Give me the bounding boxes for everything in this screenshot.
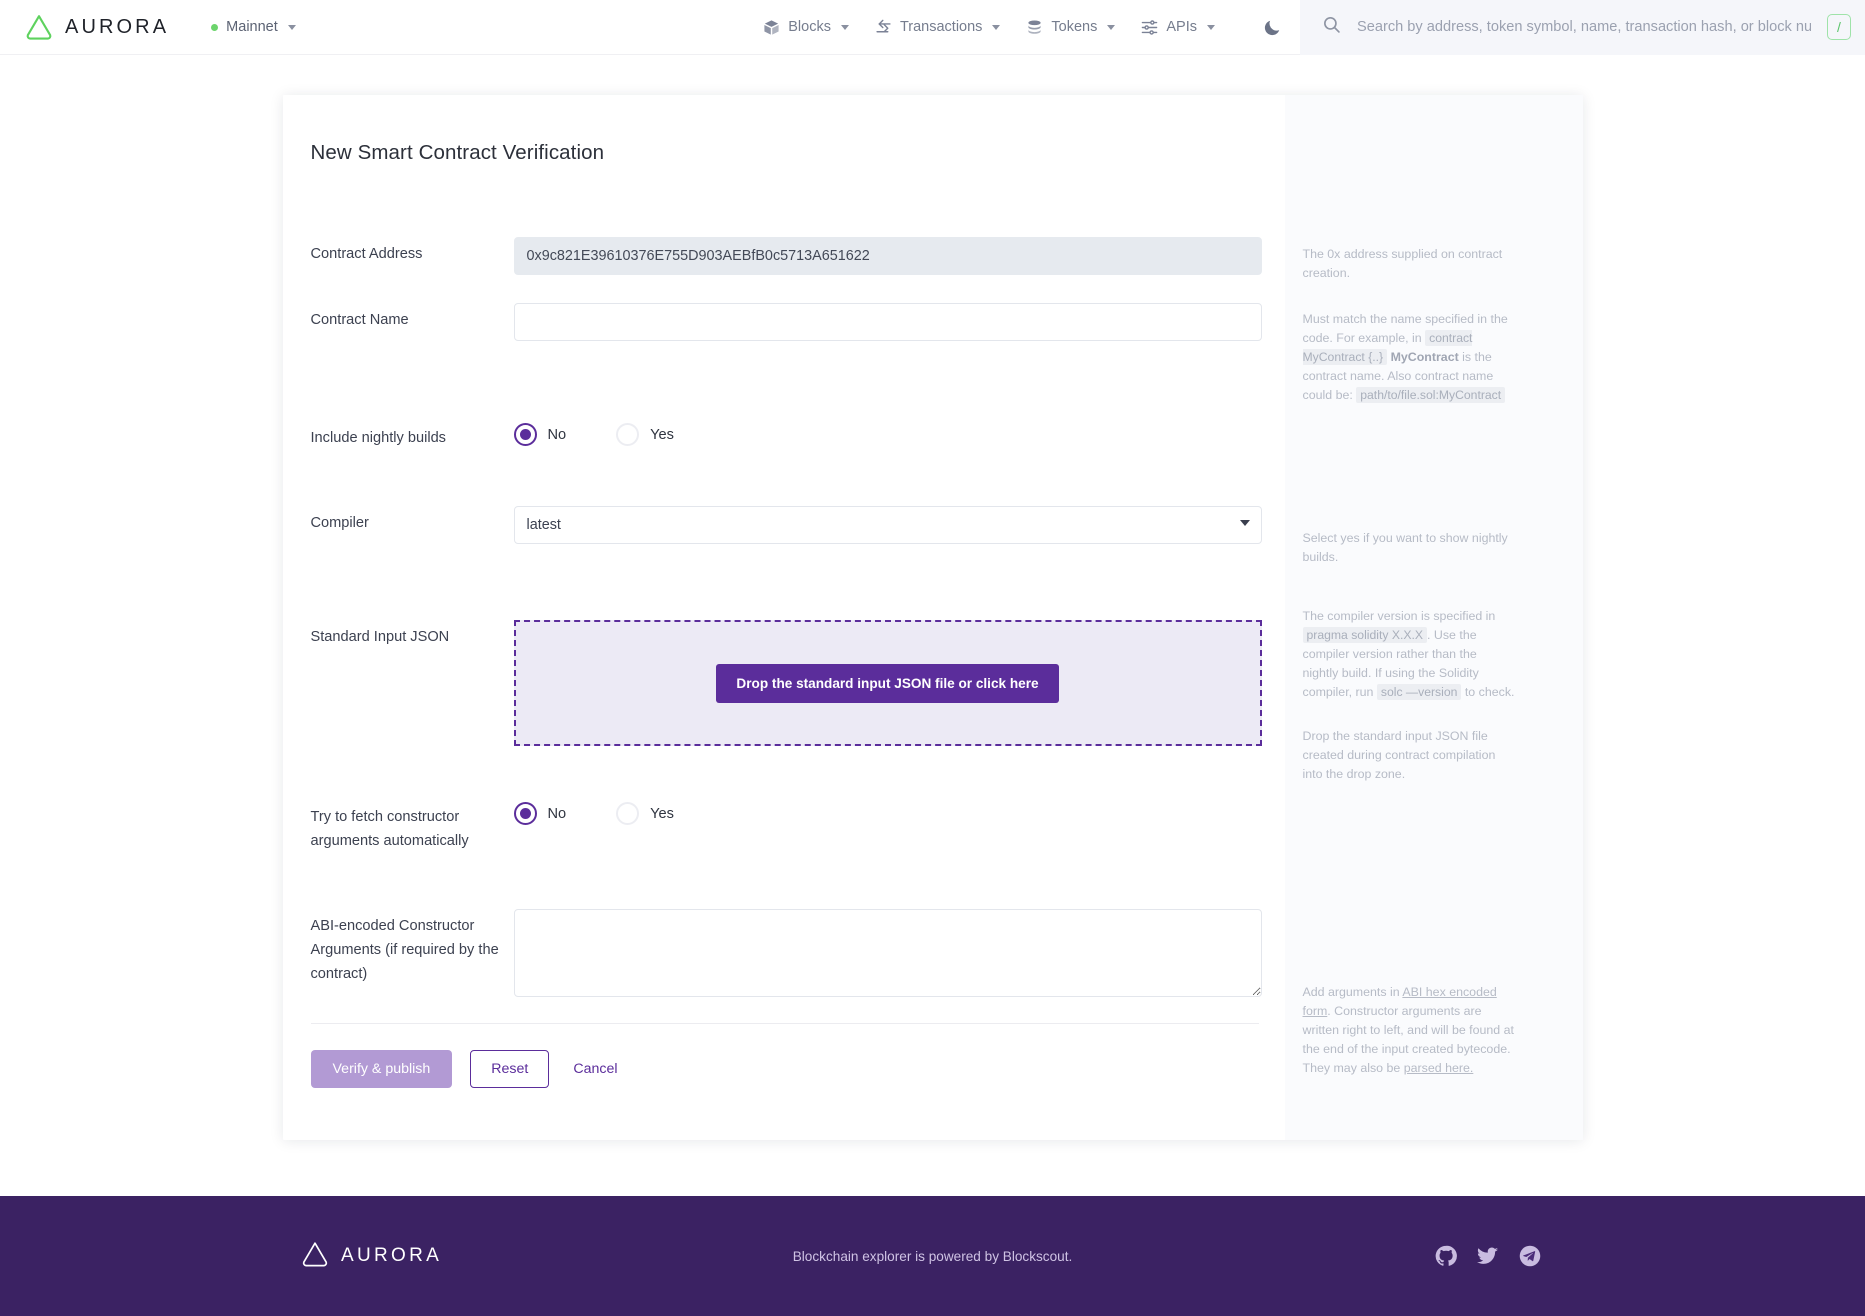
help-contract-name-text-1: Must match the name specified in the cod… [1302, 312, 1508, 345]
moon-icon[interactable] [1263, 18, 1282, 37]
label-contract-address: Contract Address [310, 246, 423, 262]
page-footer: AURORA Blockchain explorer is powered by… [0, 1196, 1865, 1316]
cube-icon [763, 19, 780, 36]
aurora-triangle-icon [24, 12, 54, 42]
field-contract-address: Contract Address [311, 237, 1285, 275]
radio-icon-unselected[interactable] [616, 423, 640, 446]
footer-note: Blockchain explorer is powered by Blocks… [792, 1248, 1073, 1264]
help-constructor-arguments: Add arguments in ABI hex encoded form. C… [1303, 983, 1515, 1078]
json-dropzone[interactable]: Drop the standard input JSON file or cli… [513, 620, 1262, 746]
field-nightly-builds: Include nightly builds No Yes [311, 421, 1285, 450]
network-label: Mainnet [226, 19, 278, 35]
fetch-args-option-yes[interactable]: Yes [616, 802, 674, 825]
help-contract-name-bold: MyContract [1390, 350, 1459, 364]
nightly-builds-option-yes[interactable]: Yes [616, 423, 674, 446]
help-constructor-text-1: Add arguments in [1302, 985, 1403, 999]
verification-card: New Smart Contract Verification Contract… [282, 95, 1583, 1140]
footer-logo[interactable]: AURORA [300, 1239, 442, 1274]
help-compiler-code-1: pragma solidity X.X.X [1302, 627, 1428, 643]
field-constructor-arguments: ABI-encoded Constructor Arguments (if re… [311, 909, 1285, 997]
fetch-args-label-yes: Yes [650, 805, 674, 822]
chevron-down-icon [287, 24, 296, 30]
label-fetch-constructor-args: Try to fetch constructor arguments autom… [310, 809, 469, 849]
nav-label-apis: APIs [1166, 19, 1197, 35]
search-input[interactable] [1355, 18, 1813, 36]
compiler-select[interactable]: latest [513, 506, 1262, 544]
help-contract-name-code-2: path/to/file.sol:MyContract [1356, 387, 1506, 403]
parsed-here-link[interactable]: parsed here. [1404, 1061, 1474, 1075]
help-standard-input-json: Drop the standard input JSON file create… [1302, 729, 1496, 781]
nav-item-transactions[interactable]: Transactions [875, 19, 1001, 36]
top-navigation-bar: AURORA Mainnet Blocks Transactions Token… [0, 0, 1865, 55]
nav-item-tokens[interactable]: Tokens [1026, 19, 1116, 36]
divider [310, 1023, 1259, 1024]
telegram-icon[interactable] [1519, 1245, 1541, 1267]
reset-button[interactable]: Reset [470, 1050, 550, 1088]
help-compiler: The compiler version is specified in pra… [1302, 607, 1515, 702]
help-panel: The 0x address supplied on contract crea… [1284, 95, 1583, 1140]
fetch-constructor-args-radio-group: No Yes [513, 800, 1285, 825]
fetch-args-label-no: No [547, 805, 567, 822]
field-contract-name: Contract Name [311, 303, 1285, 341]
network-status-dot [211, 23, 219, 31]
json-dropzone-button[interactable]: Drop the standard input JSON file or cli… [716, 663, 1059, 703]
sliders-icon [1141, 19, 1158, 36]
cancel-button[interactable]: Cancel [567, 1057, 623, 1081]
form-actions: Verify & publish Reset Cancel [310, 1050, 1285, 1140]
label-constructor-arguments: ABI-encoded Constructor Arguments (if re… [310, 918, 499, 982]
nightly-builds-radio-group: No Yes [513, 421, 1285, 446]
contract-name-input[interactable] [513, 303, 1262, 341]
search-shortcut-key: / [1827, 14, 1851, 40]
aurora-wordmark: AURORA [65, 16, 170, 38]
radio-icon-selected[interactable] [513, 423, 537, 446]
transfer-arrows-icon [875, 19, 892, 36]
help-contract-address: The 0x address supplied on contract crea… [1302, 247, 1503, 280]
nav-item-blocks[interactable]: Blocks [763, 19, 849, 36]
chevron-down-icon [840, 24, 849, 30]
fetch-args-option-no[interactable]: No [513, 802, 567, 825]
coins-icon [1026, 19, 1043, 36]
nav-label-blocks: Blocks [788, 19, 831, 35]
nav-item-apis[interactable]: APIs [1141, 19, 1215, 36]
label-nightly-builds: Include nightly builds [310, 430, 446, 446]
aurora-logo[interactable]: AURORA [24, 12, 169, 42]
verify-and-publish-button[interactable]: Verify & publish [310, 1050, 453, 1088]
label-contract-name: Contract Name [310, 312, 409, 328]
main-nav: Blocks Transactions Tokens APIs [763, 18, 1282, 37]
verification-form: New Smart Contract Verification Contract… [283, 95, 1285, 1140]
radio-icon-selected[interactable] [513, 802, 537, 825]
aurora-triangle-icon [300, 1239, 330, 1274]
field-compiler: Compiler latest [311, 506, 1285, 544]
help-compiler-text-1: The compiler version is specified in [1302, 609, 1496, 623]
label-standard-input-json: Standard Input JSON [310, 629, 450, 645]
radio-icon-unselected[interactable] [616, 802, 640, 825]
nightly-builds-label-yes: Yes [650, 426, 674, 443]
github-icon[interactable] [1435, 1245, 1457, 1267]
chevron-down-icon [1207, 24, 1215, 30]
chevron-down-icon [992, 24, 1001, 30]
search-bar[interactable]: / [1300, 0, 1865, 55]
help-contract-name: Must match the name specified in the cod… [1302, 310, 1515, 405]
footer-social-links [1435, 1245, 1541, 1267]
help-compiler-code-2: solc —version [1376, 684, 1462, 700]
footer-wordmark: AURORA [341, 1245, 443, 1266]
page-body: New Smart Contract Verification Contract… [0, 55, 1865, 1196]
nav-label-tokens: Tokens [1051, 19, 1098, 35]
chevron-down-icon [1107, 24, 1116, 30]
page-title: New Smart Contract Verification [310, 141, 605, 164]
nightly-builds-option-no[interactable]: No [513, 423, 567, 446]
contract-address-input[interactable] [513, 237, 1262, 275]
field-fetch-constructor-args: Try to fetch constructor arguments autom… [311, 800, 1285, 853]
nightly-builds-label-no: No [547, 426, 567, 443]
twitter-icon[interactable] [1477, 1245, 1499, 1267]
label-compiler: Compiler [310, 515, 369, 531]
help-nightly-builds: Select yes if you want to show nightly b… [1302, 531, 1508, 564]
field-standard-input-json: Standard Input JSON Drop the standard in… [311, 620, 1285, 746]
search-icon [1322, 15, 1341, 39]
nav-label-transactions: Transactions [899, 19, 983, 35]
help-compiler-text-3: to check. [1461, 685, 1515, 699]
constructor-arguments-textarea[interactable] [513, 909, 1262, 997]
network-selector[interactable]: Mainnet [211, 19, 296, 35]
